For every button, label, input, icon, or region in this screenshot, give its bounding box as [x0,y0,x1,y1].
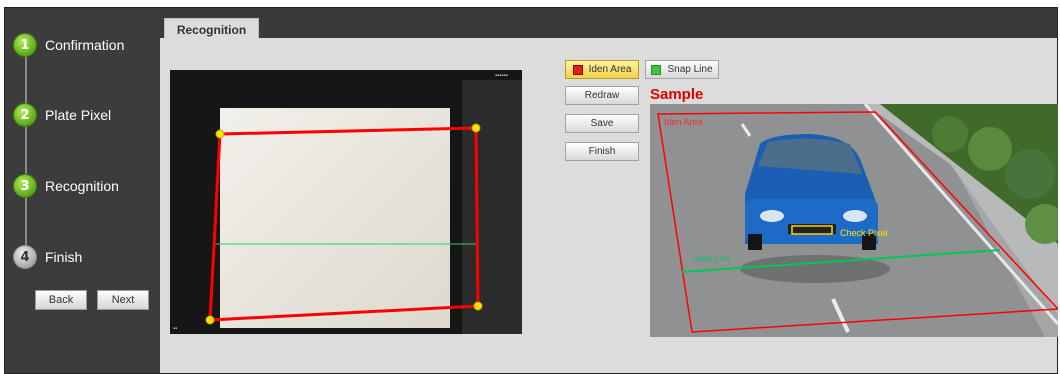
iden-area-polygon[interactable] [208,126,480,322]
step-number-badge: 1 [13,33,37,57]
next-button[interactable]: Next [97,290,149,310]
iden-area-label: Iden Area [588,64,632,75]
recognition-content: ▪▪▪▪▪▪ ▪▪ Iden Area Snap Line Redraw Sav… [160,38,1058,373]
iden-area-button[interactable]: Iden Area [565,60,639,79]
area-corner-handle[interactable] [205,315,215,325]
step-number-badge: 2 [13,103,37,127]
sample-scene [650,104,1058,337]
sample-image: Iden Area Check Pixel Snap Line [650,104,1058,337]
recognition-config-window: 1 Confirmation 2 Plate Pixel 3 Recogniti… [4,7,1058,374]
tab-recognition[interactable]: Recognition [164,18,259,40]
iden-area-caption: Iden Area [664,117,703,127]
wizard-sidebar: 1 Confirmation 2 Plate Pixel 3 Recogniti… [5,8,160,373]
step-finish[interactable]: 4 Finish [13,244,82,270]
area-corner-handle[interactable] [215,129,225,139]
snap-line-label: Snap Line [667,64,713,75]
area-corner-handle[interactable] [471,123,481,133]
step-label: Confirmation [45,37,125,53]
drawn-overlay[interactable] [170,70,522,334]
redraw-button[interactable]: Redraw [565,86,639,105]
step-connector-line [25,48,27,248]
tab-bar [160,8,1057,38]
camera-live-view[interactable]: ▪▪▪▪▪▪ ▪▪ [170,70,522,334]
step-label: Finish [45,249,83,265]
snap-line-swatch-icon [651,64,662,75]
step-label: Recognition [45,178,119,194]
area-corner-handle[interactable] [473,301,483,311]
save-button[interactable]: Save [565,114,639,133]
step-confirmation[interactable]: 1 Confirmation [13,32,124,58]
back-button[interactable]: Back [35,290,87,310]
step-plate-pixel[interactable]: 2 Plate Pixel [13,102,111,128]
iden-area-swatch-icon [572,64,583,75]
finish-button[interactable]: Finish [565,142,639,161]
step-recognition[interactable]: 3 Recognition [13,173,119,199]
sample-title: Sample [650,86,704,103]
snap-line-caption: Snap Line [694,254,731,263]
check-pixel-caption: Check Pixel [840,228,888,238]
step-number-badge: 4 [13,245,37,269]
step-label: Plate Pixel [45,107,112,123]
step-number-badge: 3 [13,174,37,198]
snap-line-button[interactable]: Snap Line [645,60,719,79]
